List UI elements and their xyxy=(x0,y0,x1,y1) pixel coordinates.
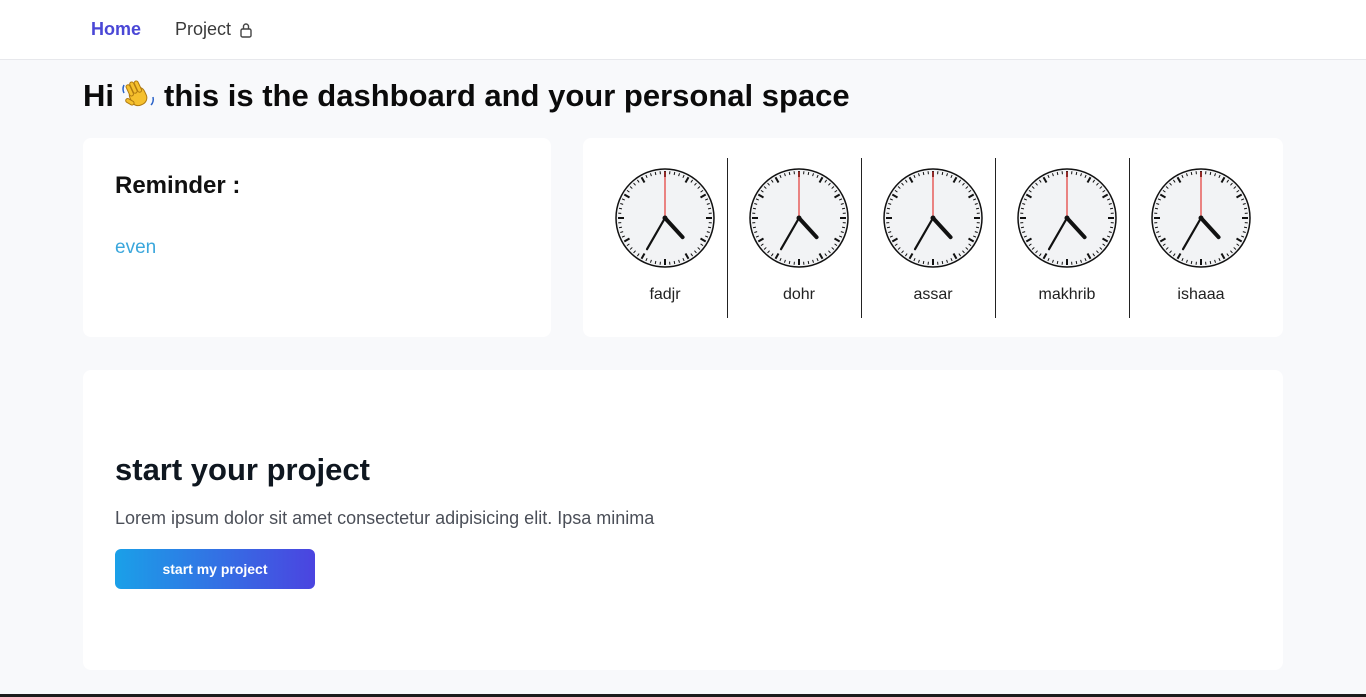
clock-divider xyxy=(861,158,862,318)
page-title: Hi this is the dashboard and your person… xyxy=(83,78,850,114)
clock-item-assar: assar xyxy=(866,158,1000,318)
clock-tick xyxy=(1020,207,1025,210)
clock-tick xyxy=(807,171,810,176)
clock-center xyxy=(1198,215,1204,221)
clock-label: makhrib xyxy=(1038,286,1096,303)
clock-tick xyxy=(618,207,623,210)
clock-face-icon xyxy=(1017,168,1117,268)
clock-divider xyxy=(1129,158,1130,318)
greeting-text: this is the dashboard and your personal … xyxy=(164,78,850,113)
clock-tick xyxy=(707,226,712,229)
clock-tick xyxy=(886,226,891,229)
clock-tick xyxy=(1243,207,1248,210)
clock-center xyxy=(796,215,802,221)
clock-tick xyxy=(673,171,676,176)
clock-tick xyxy=(788,260,791,265)
clock-label: dohr xyxy=(782,286,816,303)
clock-tick xyxy=(1056,171,1059,176)
reminder-title: Reminder : xyxy=(115,172,241,199)
project-description: Lorem ipsum dolor sit amet consectetur a… xyxy=(115,508,655,528)
clock-tick xyxy=(807,260,810,265)
clock-tick xyxy=(788,171,791,176)
nav-project-label: Project xyxy=(175,19,232,39)
project-card: start your project Lorem ipsum dolor sit… xyxy=(83,370,1283,670)
clock-face-icon xyxy=(749,168,849,268)
clock-tick xyxy=(941,260,944,265)
clock-label: assar xyxy=(913,286,953,303)
start-project-button[interactable]: start my project xyxy=(115,549,315,589)
waving-hand-icon xyxy=(122,79,156,113)
clock-tick xyxy=(1075,260,1078,265)
clock-tick xyxy=(1056,260,1059,265)
clock-face-icon xyxy=(883,168,983,268)
clock-tick xyxy=(654,260,657,265)
clock-tick xyxy=(1109,207,1114,210)
clock-tick xyxy=(618,226,623,229)
clock-tick xyxy=(654,171,657,176)
clock-item-ishaaa: ishaaa xyxy=(1134,158,1268,318)
clock-tick xyxy=(1190,171,1193,176)
clock-center xyxy=(930,215,936,221)
reminder-text: even xyxy=(115,237,157,258)
clock-tick xyxy=(922,171,925,176)
clock-face-icon xyxy=(615,168,715,268)
clock-item-fadjr: fadjr xyxy=(598,158,732,318)
clock-tick xyxy=(841,207,846,210)
clock-tick xyxy=(1154,207,1159,210)
clock-tick xyxy=(1209,171,1212,176)
clock-tick xyxy=(1243,226,1248,229)
clock-tick xyxy=(673,260,676,265)
clock-item-makhrib: makhrib xyxy=(1000,158,1134,318)
nav-project-link[interactable]: Project xyxy=(175,19,253,40)
clock-tick xyxy=(1109,226,1114,229)
clock-label: fadjr xyxy=(649,286,681,303)
clock-face-icon xyxy=(1151,168,1251,268)
project-title: start your project xyxy=(115,452,370,487)
clock-label: ishaaa xyxy=(1177,286,1225,303)
clock-tick xyxy=(975,226,980,229)
nav-home-link[interactable]: Home xyxy=(91,19,141,40)
clock-tick xyxy=(1190,260,1193,265)
lock-icon xyxy=(239,22,253,38)
clock-center xyxy=(1064,215,1070,221)
clock-tick xyxy=(1154,226,1159,229)
reminder-card: Reminder : even xyxy=(83,138,551,337)
clock-divider xyxy=(727,158,728,318)
clock-tick xyxy=(886,207,891,210)
clock-tick xyxy=(841,226,846,229)
clock-tick xyxy=(1020,226,1025,229)
clock-tick xyxy=(707,207,712,210)
clock-tick xyxy=(1075,171,1078,176)
greeting-prefix: Hi xyxy=(83,78,114,113)
clock-center xyxy=(662,215,668,221)
clock-tick xyxy=(1209,260,1212,265)
clock-tick xyxy=(941,171,944,176)
clock-divider xyxy=(995,158,996,318)
clock-tick xyxy=(922,260,925,265)
clock-tick xyxy=(752,207,757,210)
clock-tick xyxy=(975,207,980,210)
top-navigation: Home Project xyxy=(0,0,1366,60)
clock-item-dohr: dohr xyxy=(732,158,866,318)
prayer-clocks-card: fadjr dohr assar makhrib ishaaa xyxy=(583,138,1283,337)
clock-tick xyxy=(752,226,757,229)
